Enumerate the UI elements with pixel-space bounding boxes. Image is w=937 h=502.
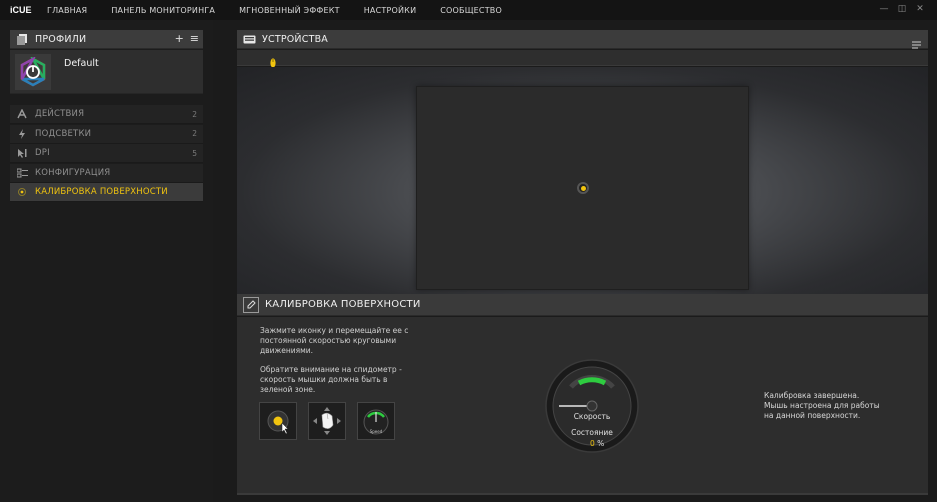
restore-icon[interactable]: ◫ [897, 3, 907, 15]
top-bar: iCUE ГЛАВНАЯ ПАНЕЛЬ МОНИТОРИНГА МГНОВЕНН… [0, 0, 937, 20]
app-logo: iCUE [10, 5, 32, 15]
add-profile-icon[interactable]: + [175, 32, 184, 46]
instruction-2: Обратите внимание на спидометр - скорост… [260, 365, 402, 394]
speed-label: Скорость [573, 412, 611, 421]
nav-dashboard[interactable]: ПАНЕЛЬ МОНИТОРИНГА [111, 6, 215, 15]
drag-target-button[interactable] [259, 402, 297, 440]
menu-item-surface-calibration[interactable]: КАЛИБРОВКА ПОВЕРХНОСТИ [10, 183, 203, 203]
move-mouse-button[interactable] [308, 402, 346, 440]
mousepad-surface [416, 86, 749, 290]
menu-item-dpi[interactable]: DPI 5 [10, 144, 203, 164]
menu-item-label: ДЕЙСТВИЯ [35, 109, 85, 119]
actions-icon [15, 107, 29, 121]
speedometer-icon: Speed [363, 409, 389, 435]
devices-header: УСТРОЙСТВА [237, 30, 928, 49]
menu-item-count: 2 [192, 109, 197, 119]
nav-community[interactable]: СООБЩЕСТВО [440, 6, 502, 15]
surface-icon [15, 185, 29, 199]
window-controls: — ◫ ✕ [879, 3, 925, 15]
menu-item-count: 5 [192, 148, 197, 158]
state-label: Состояние [571, 428, 613, 437]
menu-item-actions[interactable]: ДЕЙСТВИЯ 2 [10, 105, 203, 124]
config-icon [15, 166, 29, 180]
nav-settings[interactable]: НАСТРОЙКИ [364, 6, 417, 15]
menu-item-label: ПОДСВЕТКИ [35, 128, 92, 139]
menu-item-config[interactable]: КОНФИГУРАЦИЯ [10, 163, 203, 183]
target-cursor-icon [267, 410, 289, 435]
edit-icon [243, 296, 259, 313]
device-strip [237, 50, 928, 68]
minimize-icon[interactable]: — [879, 3, 889, 15]
profile-logo-icon [15, 54, 51, 90]
menu-item-label: КАЛИБРОВКА ПОВЕРХНОСТИ [35, 187, 168, 198]
profile-name: Default [64, 58, 99, 69]
profile-card[interactable]: Default [10, 50, 203, 94]
profile-actions: + ≡ [175, 32, 199, 46]
app-window: iCUE ГЛАВНАЯ ПАНЕЛЬ МОНИТОРИНГА МГНОВЕНН… [0, 0, 937, 502]
profile-menu: ДЕЙСТВИЯ 2 ПОДСВЕТКИ 2 DPI 5 КОНФИГУРАЦИ… [10, 105, 203, 203]
profiles-header: ПРОФИЛИ + ≡ [10, 30, 203, 49]
svg-text:Speed: Speed [370, 429, 383, 434]
speed-meter-button[interactable]: Speed [357, 402, 395, 440]
profiles-icon [15, 32, 29, 46]
profiles-title: ПРОФИЛИ [35, 33, 87, 45]
calibration-target-icon[interactable] [577, 182, 589, 194]
calibration-tools: Speed [259, 402, 395, 440]
calibration-header: КАЛИБРОВКА ПОВЕРХНОСТИ [237, 294, 928, 316]
bottom-divider [237, 493, 928, 495]
menu-item-label: DPI [35, 148, 50, 159]
state-percent: 0 % [590, 439, 604, 448]
device-stage [237, 67, 928, 294]
nav-instant-lighting[interactable]: МГНОВЕННЫЙ ЭФФЕКТ [239, 6, 340, 15]
state-unit: % [597, 439, 605, 448]
close-icon[interactable]: ✕ [915, 3, 925, 15]
menu-item-label: КОНФИГУРАЦИЯ [35, 167, 111, 178]
mouse-move-icon [313, 407, 341, 435]
state-value: 0 [590, 439, 595, 448]
keyboard-icon [242, 32, 256, 46]
calibration-panel: Зажмите иконку и перемещайте ее с постоя… [237, 317, 928, 493]
lighting-icon [15, 127, 29, 141]
devices-title: УСТРОЙСТВА [262, 33, 328, 45]
instruction-1: Зажмите иконку и перемещайте ее с постоя… [260, 326, 409, 355]
left-panel: ПРОФИЛИ + ≡ Default ДЕЙСТВИЯ 2 ПОДСВЕТКИ… [0, 20, 213, 502]
nav-home[interactable]: ГЛАВНАЯ [47, 6, 87, 15]
menu-item-lighting[interactable]: ПОДСВЕТКИ 2 [10, 124, 203, 144]
calibration-result: Калибровка завершена. Мышь настроена для… [764, 391, 880, 420]
menu-item-count: 2 [192, 129, 197, 139]
dpi-icon [15, 146, 29, 160]
calibration-title: КАЛИБРОВКА ПОВЕРХНОСТИ [265, 299, 421, 310]
profile-menu-icon[interactable]: ≡ [190, 32, 199, 46]
